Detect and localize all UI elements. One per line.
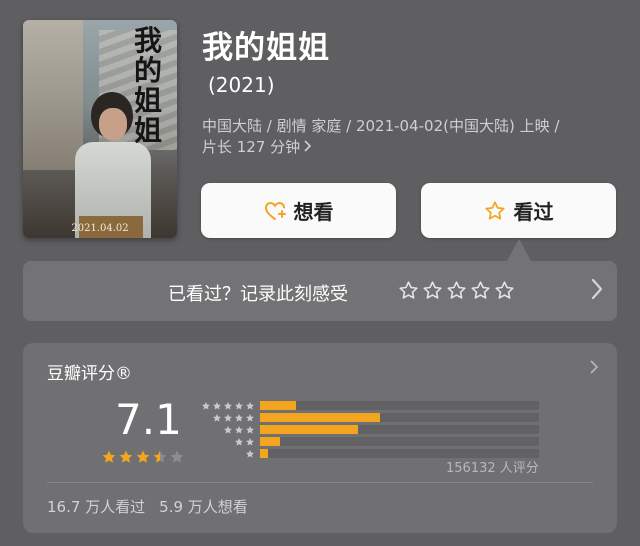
rate-prompt-text: 已看过？记录此刻感受 <box>168 284 348 305</box>
chevron-right-icon[interactable] <box>591 278 603 304</box>
rate-prompt-bar[interactable]: 已看过？记录此刻感受 <box>23 261 617 321</box>
poster-title-art: 我的姐姐 <box>133 24 162 147</box>
distribution-bar <box>260 401 296 410</box>
popover-arrow <box>507 239 531 261</box>
want-to-watch-button[interactable]: 想看 <box>201 183 396 238</box>
star-outline-icon[interactable] <box>422 280 443 305</box>
rating-footer: 16.7 万人看过 5.9 万人想看 <box>47 496 248 517</box>
movie-title: 我的姐姐 <box>202 30 330 66</box>
rating-score: 7.1 <box>115 395 182 444</box>
meta-line-1: 中国大陆 / 剧情 家庭 / 2021-04-02(中国大陆) 上映 / <box>202 117 560 135</box>
poster-face <box>99 108 127 140</box>
distribution-track <box>260 401 539 410</box>
rating-title: 豆瓣评分® <box>47 364 132 384</box>
star-outline-icon[interactable] <box>470 280 491 305</box>
distribution-bar <box>260 413 380 422</box>
divider <box>47 482 593 483</box>
star-outline-icon <box>484 200 506 222</box>
star-outline-icon[interactable] <box>494 280 515 305</box>
distribution-bar <box>260 449 268 458</box>
chevron-right-icon <box>304 137 312 158</box>
star-icon <box>152 449 168 469</box>
want-to-watch-label: 想看 <box>293 200 334 224</box>
rating-count: 156132 人评分 <box>446 461 539 476</box>
distribution-track <box>260 437 539 446</box>
poster-building <box>23 20 83 170</box>
rate-stars[interactable] <box>398 280 515 305</box>
movie-poster[interactable]: 我的姐姐 2021.04.02 <box>23 20 177 238</box>
rating-card[interactable]: 豆瓣评分® 7.1 156132 人评分 16.7 万人看过 5.9 万人想看 <box>23 343 617 533</box>
star-icon <box>135 449 151 469</box>
watched-label: 看过 <box>513 200 554 224</box>
meta-line-2-wrap: 片长 127 分钟 <box>202 137 622 158</box>
rating-stars <box>101 449 185 469</box>
star-icon <box>101 449 117 469</box>
star-icon <box>118 449 134 469</box>
movie-year: (2021) <box>208 73 275 97</box>
chevron-right-icon[interactable] <box>590 359 599 378</box>
movie-meta[interactable]: 中国大陆 / 剧情 家庭 / 2021-04-02(中国大陆) 上映 / 片长 … <box>202 116 622 158</box>
star-icon <box>245 444 255 463</box>
watched-button[interactable]: 看过 <box>421 183 616 238</box>
star-outline-icon[interactable] <box>446 280 467 305</box>
distribution-bar <box>260 437 280 446</box>
poster-date: 2021.04.02 <box>71 223 129 234</box>
heart-plus-icon <box>264 200 286 222</box>
watched-count: 16.7 万人看过 <box>47 498 146 516</box>
meta-line-2: 片长 127 分钟 <box>202 138 301 156</box>
star-icon <box>169 449 185 469</box>
distribution-stars <box>199 444 255 463</box>
wish-count: 5.9 万人想看 <box>159 498 248 516</box>
distribution-bar <box>260 425 358 434</box>
star-outline-icon[interactable] <box>398 280 419 305</box>
